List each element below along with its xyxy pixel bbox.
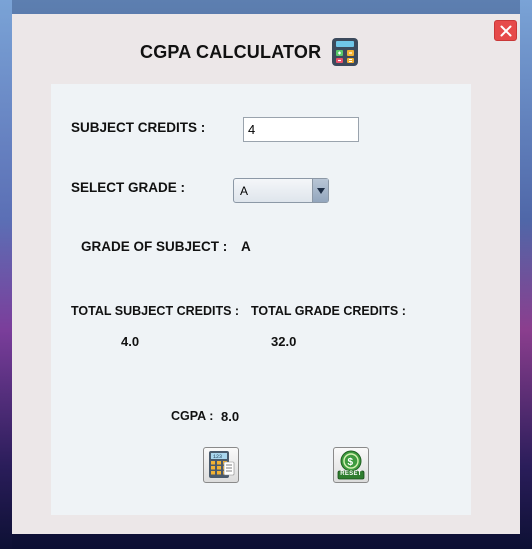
svg-text:$: $ <box>348 457 354 468</box>
title-row: CGPA CALCULATOR <box>140 36 359 68</box>
reset-label: RESET <box>340 471 362 477</box>
calculate-button[interactable]: 123 <box>203 447 239 483</box>
cgpa-calculator-window: CGPA CALCULATOR SUBJECT CREDITS : SELECT… <box>12 14 520 534</box>
close-button[interactable] <box>494 20 517 41</box>
grade-of-subject-value: A <box>241 239 251 254</box>
total-grade-credits-label: TOTAL GRADE CREDITS : <box>251 304 406 318</box>
grade-of-subject-label: GRADE OF SUBJECT : <box>81 239 228 254</box>
svg-text:123: 123 <box>213 454 222 460</box>
grade-select-value: A <box>240 183 249 198</box>
desktop-background-right <box>520 0 532 549</box>
total-subject-credits-value: 4.0 <box>121 334 140 349</box>
window-title: CGPA CALCULATOR <box>140 41 322 62</box>
subject-credits-input[interactable] <box>243 117 359 142</box>
cgpa-value: 8.0 <box>221 409 240 424</box>
total-grade-credits-value: 32.0 <box>271 334 297 349</box>
calculator-icon: 123 <box>209 451 235 478</box>
total-subject-credits-label: TOTAL SUBJECT CREDITS : <box>71 304 240 318</box>
subject-credits-label: SUBJECT CREDITS : <box>71 120 206 135</box>
desktop-background-left <box>0 0 12 549</box>
cgpa-label: CGPA : <box>171 409 214 423</box>
close-icon <box>500 25 511 36</box>
select-grade-label: SELECT GRADE : <box>71 180 186 195</box>
chevron-down-icon[interactable] <box>312 179 328 202</box>
grade-select[interactable]: A <box>233 178 329 203</box>
calculator-panel: SUBJECT CREDITS : SELECT GRADE : A GRADE… <box>51 84 471 515</box>
reset-button[interactable]: $ RESET <box>333 447 369 483</box>
calculator-icon <box>332 38 359 66</box>
